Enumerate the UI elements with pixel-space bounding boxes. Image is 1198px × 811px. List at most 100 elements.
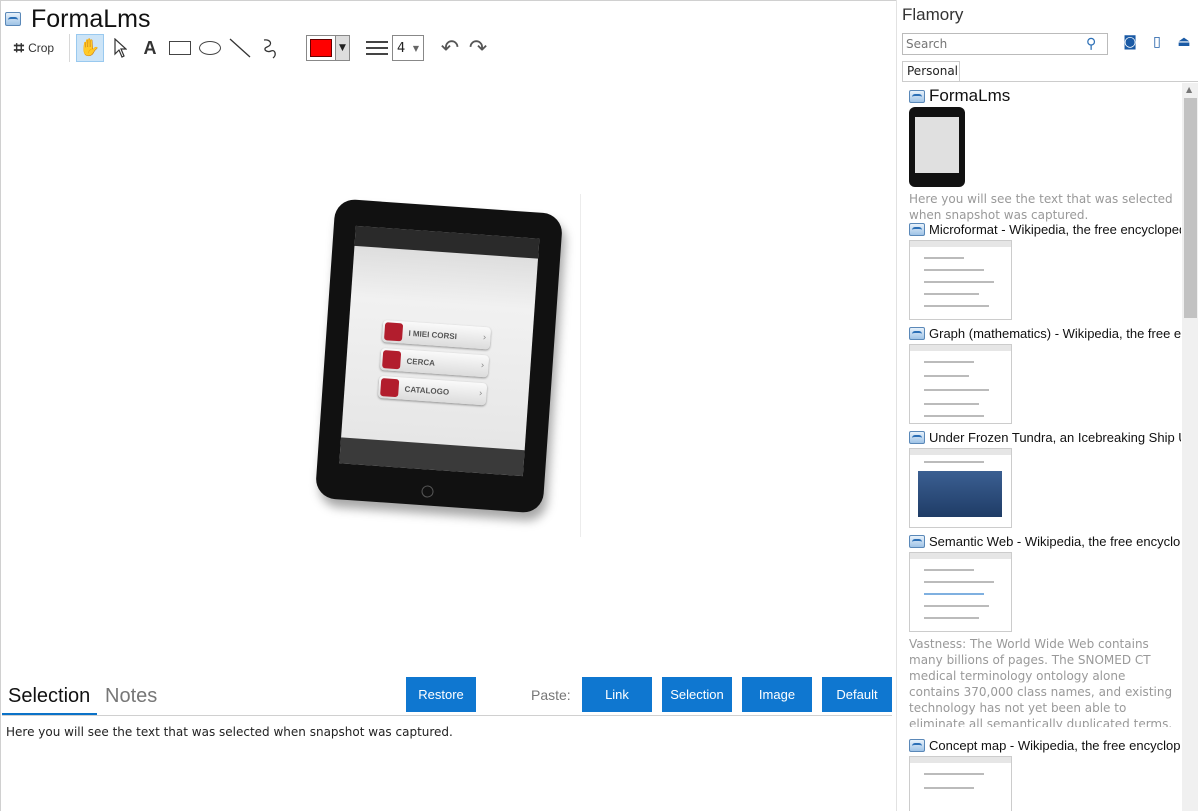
- hand-icon: ✋: [79, 38, 101, 58]
- page-icon: [909, 326, 925, 340]
- undo-icon: ↶: [440, 35, 460, 61]
- editor-panel: FormaLms ⌗ Crop ✋ A ▼ 4 ▼ ↶ ↷ I MIEI COR…: [0, 0, 896, 811]
- tablet-home-button: [421, 485, 434, 498]
- app-title: Flamory: [902, 5, 964, 24]
- page-icon: [909, 89, 925, 103]
- tablet-menu-button: I MIEI CORSI ›: [381, 320, 492, 350]
- restore-button[interactable]: Restore: [406, 677, 476, 712]
- tab-divider: [902, 81, 1198, 82]
- redo-button[interactable]: ↷: [464, 34, 492, 62]
- hand-tool-button[interactable]: ✋: [76, 34, 104, 62]
- snapshot-header: Concept map - Wikipedia, the free encycl…: [909, 736, 1181, 754]
- line-tool-button[interactable]: [226, 34, 254, 62]
- page-icon: [909, 430, 925, 444]
- snapshot-header: FormaLms: [909, 87, 1181, 105]
- snapshot-title: Microformat - Wikipedia, the free encycl…: [929, 221, 1181, 237]
- search-box: ⚲: [902, 33, 1108, 55]
- tablet-menu-label: I MIEI CORSI: [408, 328, 458, 341]
- tablet-screen: I MIEI CORSI › CERCA › CATALOGO ›: [339, 225, 540, 477]
- snapshot-item[interactable]: Graph (mathematics) - Wikipedia, the fre…: [909, 324, 1181, 424]
- page-icon: [909, 222, 925, 236]
- snapshot-item[interactable]: FormaLms Here you will see the text that…: [909, 87, 1181, 223]
- toolbar-divider: [69, 34, 70, 62]
- tablet-menu-label: CATALOGO: [404, 384, 450, 397]
- crop-button[interactable]: ⌗ Crop: [5, 34, 63, 62]
- collapse-icon[interactable]: ⏏: [1175, 34, 1193, 50]
- snapshot-title: Graph (mathematics) - Wikipedia, the fre…: [929, 325, 1181, 341]
- stroke-color-picker[interactable]: ▼: [306, 35, 350, 61]
- snapshot-item[interactable]: Concept map - Wikipedia, the free encycl…: [909, 736, 1181, 811]
- scroll-thumb[interactable]: [1184, 98, 1197, 318]
- snapshot-description: Here you will see the text that was sele…: [909, 192, 1173, 222]
- text-icon: A: [143, 37, 157, 58]
- panel-divider: [2, 715, 892, 716]
- canvas-edge: [580, 194, 581, 537]
- snapshot-title: Under Frozen Tundra, an Icebreaking Ship…: [929, 429, 1181, 445]
- document-icon[interactable]: ▯: [1148, 34, 1166, 50]
- freehand-tool-button[interactable]: [256, 34, 284, 62]
- snapshot-item[interactable]: Under Frozen Tundra, an Icebreaking Ship…: [909, 428, 1181, 528]
- pointer-icon: [114, 38, 127, 58]
- tablet-footer-bar: [339, 437, 525, 477]
- rectangle-icon: [169, 41, 191, 55]
- tab-notes[interactable]: Notes: [105, 685, 157, 708]
- stroke-color-swatch: [310, 39, 332, 57]
- page-icon: [909, 738, 925, 752]
- snapshot-thumbnail: [909, 552, 1012, 632]
- snapshot-title: Concept map - Wikipedia, the free encycl…: [929, 737, 1181, 753]
- snapshot-thumbnail: [909, 240, 1012, 320]
- snapshot-thumbnail: [909, 344, 1012, 424]
- selection-text: Here you will see the text that was sele…: [6, 725, 453, 739]
- paste-selection-button[interactable]: Selection: [662, 677, 732, 712]
- chevron-down-icon: ▼: [412, 43, 419, 53]
- snapshot-title: Semantic Web - Wikipedia, the free encyc…: [929, 533, 1181, 549]
- paste-label: Paste:: [531, 687, 571, 703]
- page-icon: [909, 534, 925, 548]
- undo-button[interactable]: ↶: [436, 34, 464, 62]
- search-input[interactable]: [906, 37, 1086, 51]
- search-icon[interactable]: ⚲: [1086, 36, 1096, 52]
- snapshot-description: Vastness: The World Wide Web contains ma…: [909, 637, 1173, 727]
- scroll-up-icon[interactable]: ▲: [1186, 85, 1192, 94]
- camera-icon[interactable]: ◙: [1121, 34, 1139, 50]
- ellipse-tool-button[interactable]: [196, 34, 224, 62]
- tablet-menu-label: CERCA: [406, 356, 436, 368]
- sidebar: Flamory ⚲ ◙ ▯ ⏏ Personal ▲ FormaLms Here…: [896, 0, 1198, 811]
- paste-link-button[interactable]: Link: [582, 677, 652, 712]
- snapshot-item[interactable]: Microformat - Wikipedia, the free encycl…: [909, 220, 1181, 320]
- paste-image-button[interactable]: Image: [742, 677, 812, 712]
- snapshot-canvas[interactable]: I MIEI CORSI › CERCA › CATALOGO ›: [311, 194, 581, 537]
- snapshot-thumbnail: [909, 756, 1012, 811]
- pointer-tool-button[interactable]: [106, 34, 134, 62]
- tablet-menu-button: CERCA ›: [379, 347, 490, 378]
- snapshot-header: Microformat - Wikipedia, the free encycl…: [909, 220, 1181, 238]
- snapshot-header: Under Frozen Tundra, an Icebreaking Ship…: [909, 428, 1181, 446]
- tablet-image: I MIEI CORSI › CERCA › CATALOGO ›: [314, 198, 564, 514]
- line-icon: [229, 38, 251, 58]
- tab-personal[interactable]: Personal: [902, 61, 960, 82]
- chevron-down-icon: ▼: [335, 36, 349, 60]
- snapshot-item[interactable]: Semantic Web - Wikipedia, the free encyc…: [909, 532, 1181, 727]
- annotation-toolbar: ⌗ Crop ✋ A ▼ 4 ▼ ↶ ↷: [5, 34, 492, 62]
- sidebar-scrollbar[interactable]: ▲: [1182, 83, 1198, 811]
- line-width-value: 4: [397, 40, 406, 56]
- snapshot-header: Semantic Web - Wikipedia, the free encyc…: [909, 532, 1181, 550]
- page-icon: [5, 12, 21, 26]
- tablet-menu-button: CATALOGO ›: [377, 375, 488, 406]
- paste-default-button[interactable]: Default: [822, 677, 892, 712]
- tablet-app-bar: [354, 225, 540, 259]
- snapshot-header: Graph (mathematics) - Wikipedia, the fre…: [909, 324, 1181, 342]
- news-photo: [918, 471, 1002, 517]
- line-width-icon: [366, 41, 388, 55]
- crop-icon: ⌗: [13, 37, 25, 58]
- snapshot-title: FormaLms: [929, 87, 1011, 105]
- snapshot-thumbnail: [909, 448, 1012, 528]
- tab-selection[interactable]: Selection: [8, 685, 90, 708]
- crop-label: Crop: [28, 41, 55, 55]
- freehand-icon: [263, 39, 276, 59]
- document-title: FormaLms: [31, 5, 151, 33]
- rectangle-tool-button[interactable]: [166, 34, 194, 62]
- text-tool-button[interactable]: A: [136, 34, 164, 62]
- line-width-select[interactable]: 4 ▼: [392, 35, 424, 61]
- redo-icon: ↷: [468, 35, 488, 61]
